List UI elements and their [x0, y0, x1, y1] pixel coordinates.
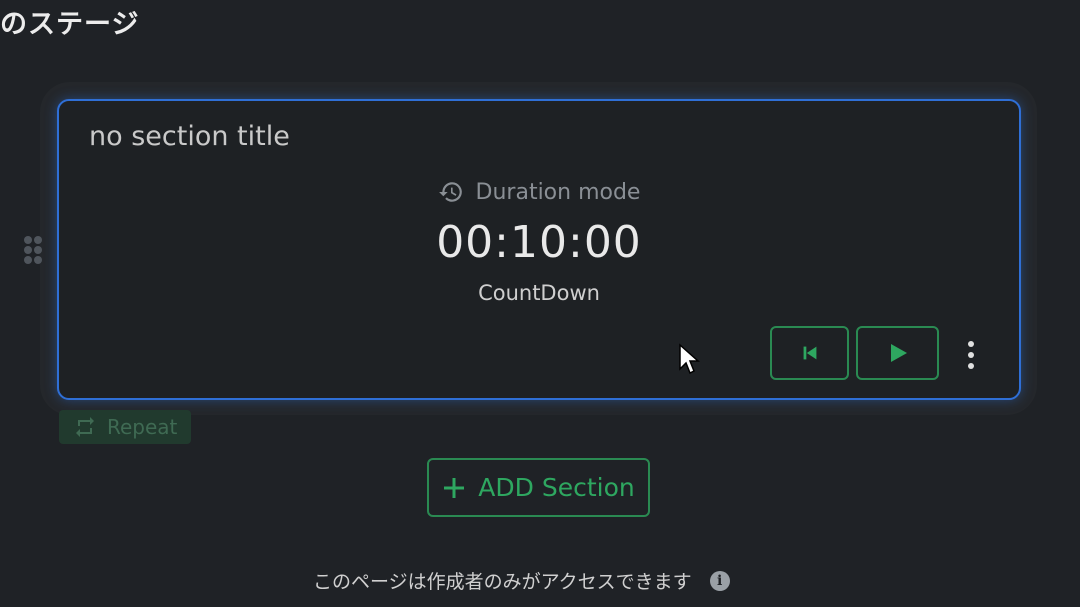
- add-section-button[interactable]: ADD Section: [427, 458, 650, 517]
- section-title[interactable]: no section title: [89, 121, 290, 152]
- page-title: のステージ: [0, 9, 140, 40]
- skip-previous-icon: [803, 346, 816, 360]
- mode-indicator: Duration mode: [59, 179, 1019, 205]
- repeat-icon: [76, 417, 94, 437]
- mode-label: Duration mode: [475, 179, 641, 205]
- repeat-label: Repeat: [107, 415, 178, 439]
- drag-handle-icon[interactable]: [24, 236, 46, 264]
- access-note: このページは作成者のみがアクセスできます i: [313, 567, 730, 594]
- time-display: 00:10:00: [436, 217, 642, 268]
- skip-previous-button[interactable]: [770, 326, 849, 380]
- access-note-text: このページは作成者のみがアクセスできます: [313, 571, 692, 593]
- history-icon: [438, 182, 462, 202]
- plus-icon: [444, 477, 465, 498]
- section-card[interactable]: no section title Duration mode 00:10:00 …: [57, 99, 1021, 400]
- more-vert-icon[interactable]: [961, 341, 981, 369]
- timer-type-label: CountDown: [478, 281, 600, 305]
- play-icon: [890, 344, 907, 362]
- add-section-label: ADD Section: [478, 473, 635, 502]
- info-icon[interactable]: i: [709, 570, 730, 591]
- page: のステージ no section title Duration mode 00:…: [0, 0, 1080, 607]
- repeat-button[interactable]: Repeat: [59, 410, 191, 444]
- play-button[interactable]: [856, 326, 939, 380]
